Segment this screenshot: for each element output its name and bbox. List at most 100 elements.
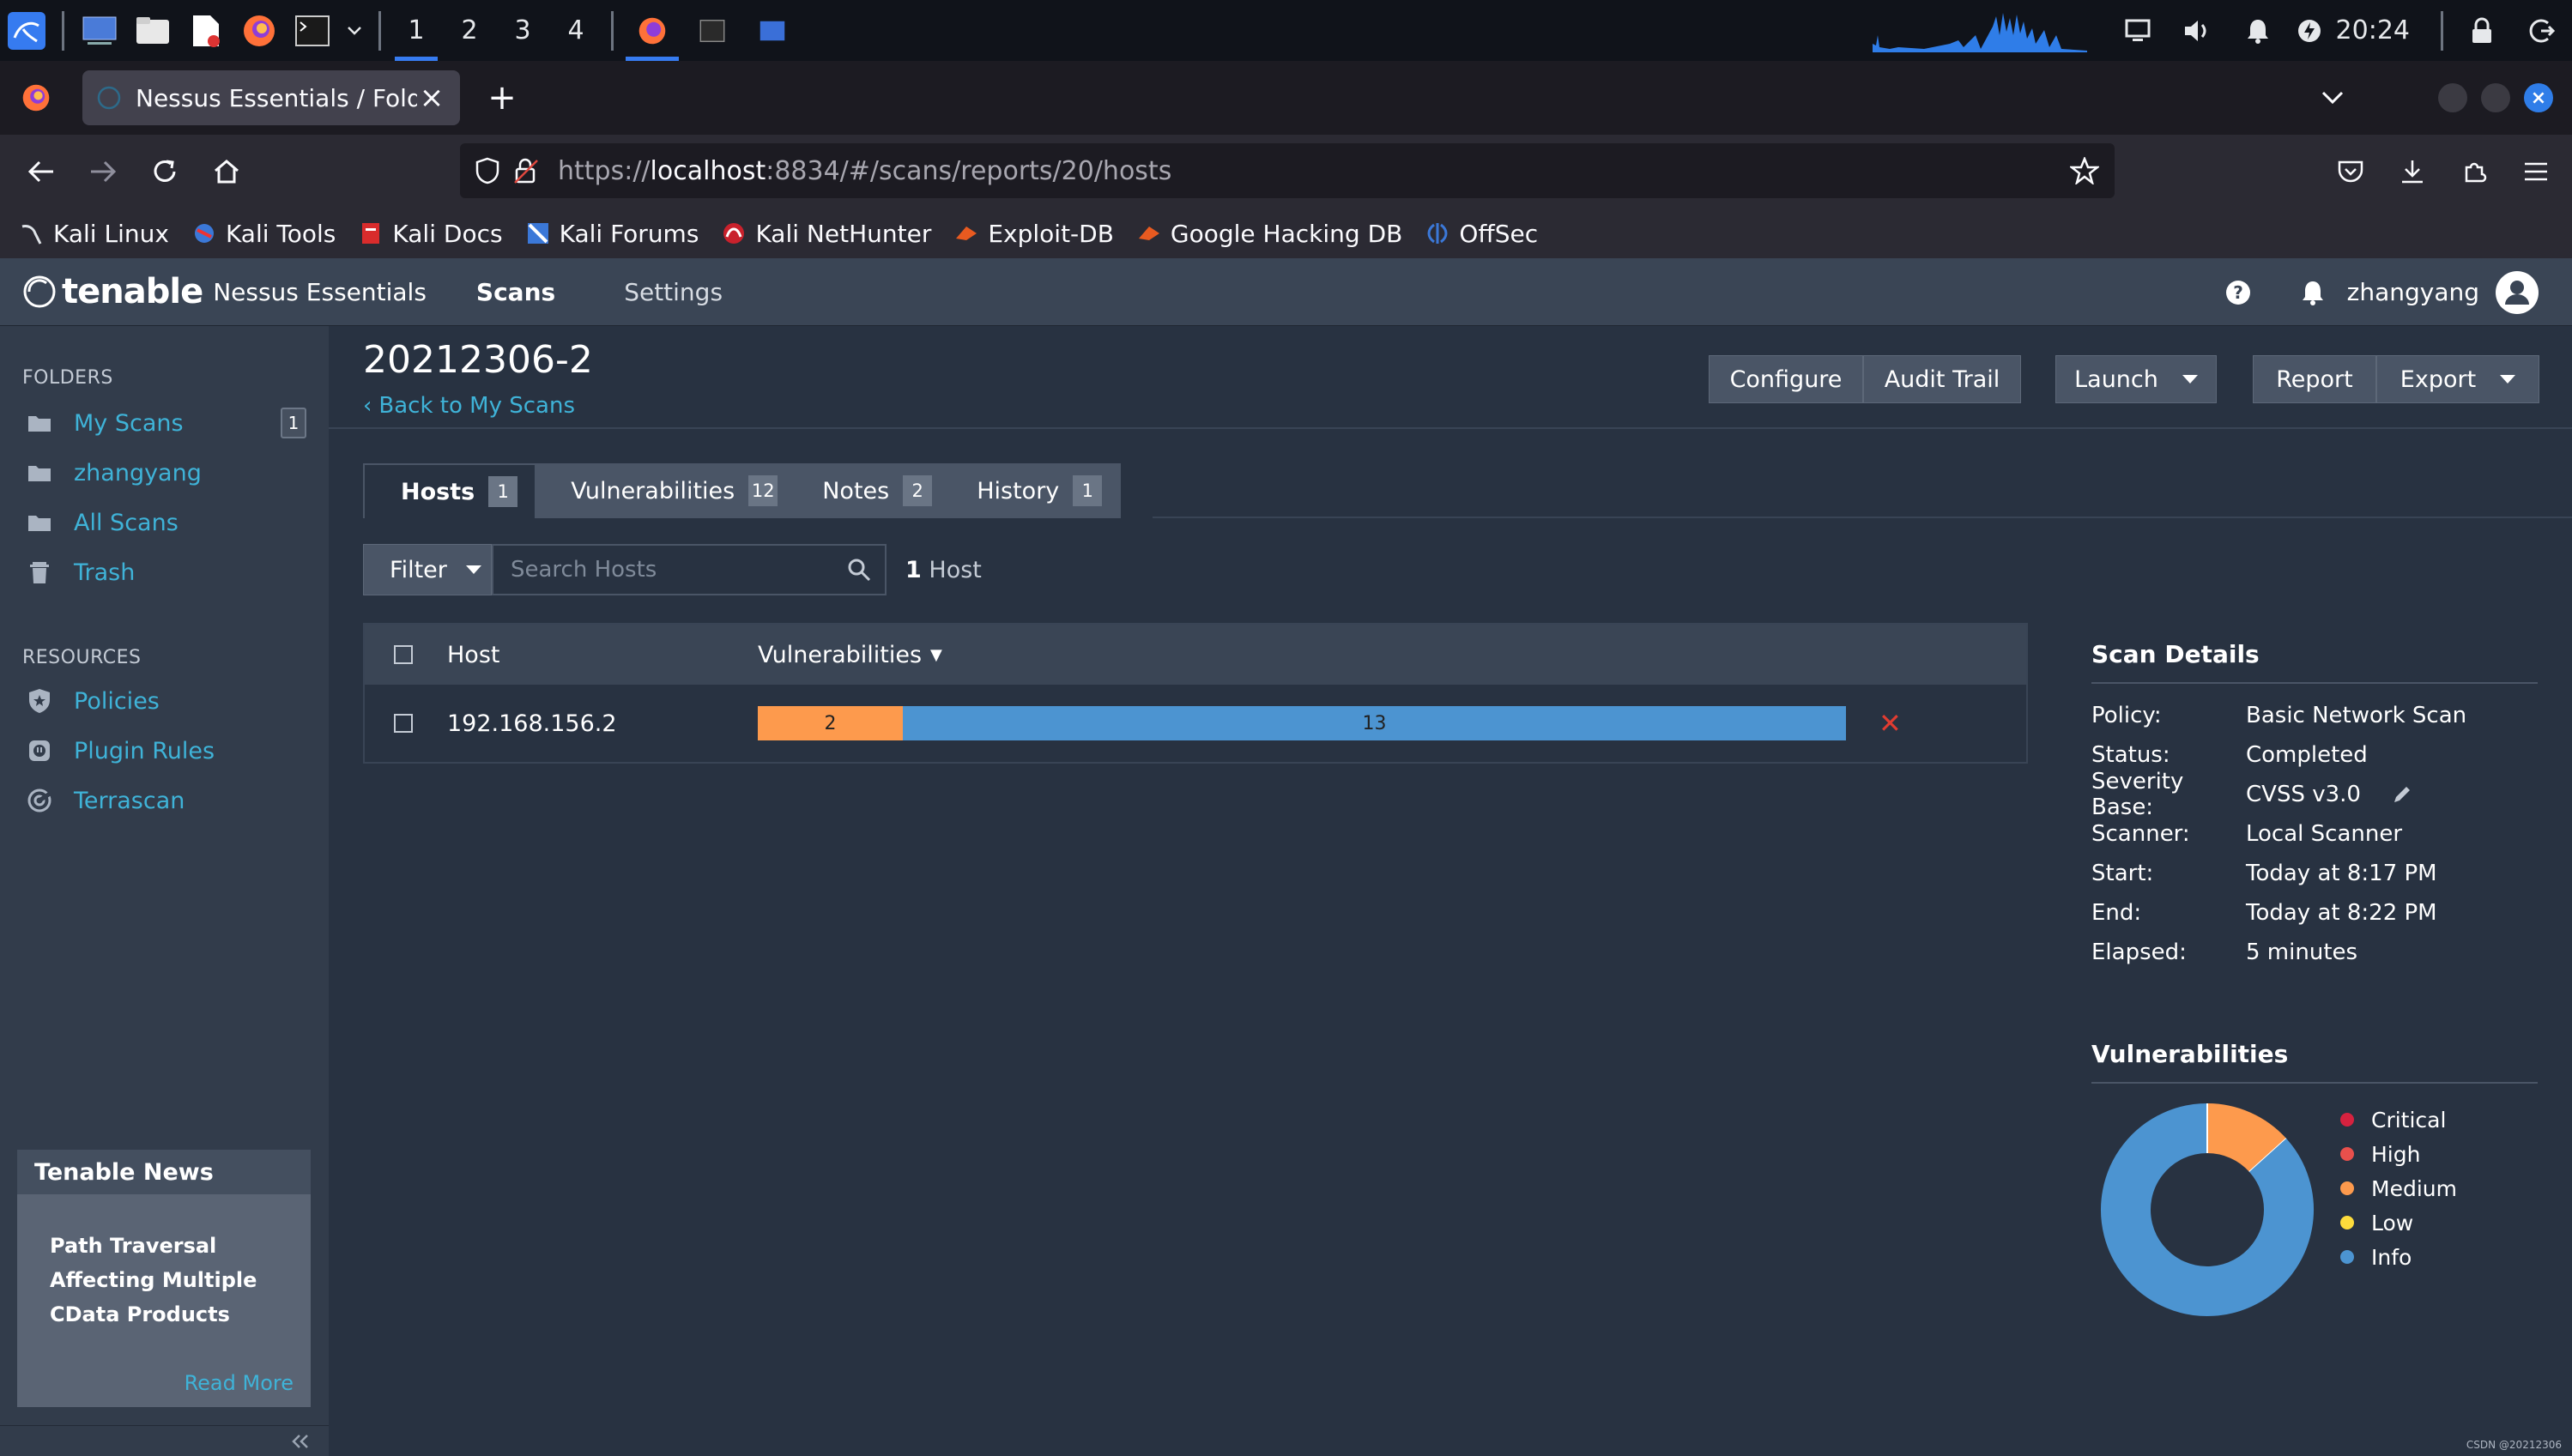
sidebar-item-trash[interactable]: Trash bbox=[0, 547, 329, 597]
column-header-host[interactable]: Host bbox=[413, 642, 758, 668]
sidebar-item-all-scans[interactable]: All Scans bbox=[0, 498, 329, 547]
window-close-button[interactable]: × bbox=[2524, 83, 2553, 112]
chevron-down-icon[interactable] bbox=[339, 0, 370, 61]
terminal-icon[interactable] bbox=[286, 0, 339, 61]
forward-arrow-icon[interactable] bbox=[72, 135, 134, 208]
tab-close-icon[interactable]: × bbox=[417, 81, 446, 115]
nav-settings[interactable]: Settings bbox=[624, 278, 723, 306]
legend-item-high[interactable]: High bbox=[2340, 1137, 2457, 1171]
vuln-bar-info[interactable]: 13 bbox=[903, 706, 1846, 740]
row-checkbox[interactable] bbox=[394, 714, 413, 733]
vulnerability-bar[interactable]: 2 13 bbox=[758, 706, 1846, 740]
workspace-2[interactable]: 2 bbox=[443, 0, 496, 61]
sidebar-item-my-scans[interactable]: My Scans 1 bbox=[0, 398, 329, 448]
vuln-bar-medium[interactable]: 2 bbox=[758, 706, 904, 740]
export-button[interactable]: Export bbox=[2376, 355, 2539, 403]
tab-history[interactable]: History 1 bbox=[951, 463, 1122, 518]
bookmark-exploit-db[interactable]: Exploit-DB bbox=[953, 220, 1114, 248]
sidebar-item-plugin-rules[interactable]: Plugin Rules bbox=[0, 726, 329, 776]
tab-vulnerabilities[interactable]: Vulnerabilities 12 bbox=[536, 463, 797, 518]
bookmark-kali-docs[interactable]: Kali Docs bbox=[358, 220, 503, 248]
host-ip[interactable]: 192.168.156.2 bbox=[413, 710, 758, 737]
user-menu[interactable]: zhangyang bbox=[2347, 278, 2479, 306]
legend-item-medium[interactable]: Medium bbox=[2340, 1171, 2457, 1205]
reload-icon[interactable] bbox=[134, 135, 196, 208]
url-text[interactable]: https://localhost:8834/#/scans/reports/2… bbox=[558, 156, 2070, 186]
search-hosts-input[interactable] bbox=[511, 557, 847, 583]
legend-dot-icon bbox=[2340, 1181, 2354, 1195]
taskbar-files-window[interactable] bbox=[742, 0, 802, 61]
legend-item-info[interactable]: Info bbox=[2340, 1240, 2457, 1274]
workspace-3[interactable]: 3 bbox=[496, 0, 549, 61]
list-tabs-chevron-icon[interactable] bbox=[2321, 91, 2344, 105]
user-avatar-icon[interactable] bbox=[2495, 270, 2539, 315]
back-to-my-scans-link[interactable]: ‹ Back to My Scans bbox=[363, 393, 575, 419]
window-maximize-button[interactable] bbox=[2481, 83, 2510, 112]
new-tab-button[interactable]: + bbox=[472, 70, 532, 125]
firefox-view-icon[interactable] bbox=[0, 61, 72, 135]
sidebar-item-zhangyang[interactable]: zhangyang bbox=[0, 448, 329, 498]
file-manager-icon[interactable] bbox=[126, 0, 179, 61]
home-icon[interactable] bbox=[196, 135, 257, 208]
filter-button[interactable]: Filter bbox=[363, 544, 492, 595]
report-button[interactable]: Report bbox=[2253, 355, 2376, 403]
edit-pencil-icon[interactable] bbox=[2392, 784, 2412, 805]
kali-menu-icon[interactable] bbox=[0, 0, 53, 61]
collapse-sidebar-button[interactable] bbox=[0, 1425, 329, 1456]
workspace-4[interactable]: 4 bbox=[549, 0, 602, 61]
tab-notes[interactable]: Notes 2 bbox=[796, 463, 952, 518]
launch-button[interactable]: Launch bbox=[2055, 355, 2217, 403]
power-status-icon[interactable] bbox=[2288, 0, 2331, 61]
tab-hosts[interactable]: Hosts 1 bbox=[363, 463, 537, 518]
trash-icon bbox=[27, 560, 51, 584]
delete-host-icon[interactable]: ✕ bbox=[1879, 707, 1902, 740]
tracking-shield-icon[interactable] bbox=[475, 157, 499, 184]
lock-icon[interactable] bbox=[2452, 0, 2512, 61]
bookmark-offsec[interactable]: OffSec bbox=[1425, 220, 1538, 248]
bookmark-kali-forums[interactable]: Kali Forums bbox=[525, 220, 699, 248]
logout-icon[interactable] bbox=[2512, 0, 2572, 61]
pocket-icon[interactable] bbox=[2320, 135, 2381, 208]
bookmark-star-icon[interactable] bbox=[2070, 157, 2099, 184]
notifications-bell-icon[interactable] bbox=[2301, 280, 2325, 305]
firefox-launcher-icon[interactable] bbox=[233, 0, 286, 61]
workspace-1[interactable]: 1 bbox=[390, 0, 443, 61]
insecure-lock-icon[interactable] bbox=[513, 157, 539, 184]
column-header-vulnerabilities[interactable]: Vulnerabilities ▼ bbox=[758, 642, 942, 668]
hamburger-menu-icon[interactable] bbox=[2505, 135, 2567, 208]
donut-slice-medium[interactable] bbox=[2206, 1103, 2287, 1173]
sidebar-item-terrascan[interactable]: Terrascan bbox=[0, 776, 329, 825]
browser-tab-active[interactable]: Nessus Essentials / Folders × bbox=[82, 70, 460, 125]
desktop-icon[interactable] bbox=[73, 0, 126, 61]
news-headline[interactable]: Path Traversal Affecting Multiple CData … bbox=[17, 1194, 311, 1332]
bookmark-kali-linux[interactable]: Kali Linux bbox=[19, 220, 169, 248]
notification-bell-icon[interactable] bbox=[2228, 0, 2288, 61]
search-icon[interactable] bbox=[847, 558, 871, 582]
extensions-icon[interactable] bbox=[2443, 135, 2505, 208]
legend-item-critical[interactable]: Critical bbox=[2340, 1103, 2457, 1137]
volume-icon[interactable] bbox=[2168, 0, 2228, 61]
table-row[interactable]: 192.168.156.2 2 13 ✕ bbox=[365, 685, 2026, 762]
news-read-more-link[interactable]: Read More bbox=[185, 1371, 294, 1395]
text-editor-icon[interactable] bbox=[179, 0, 233, 61]
nav-scans[interactable]: Scans bbox=[476, 278, 555, 306]
bookmark-kali-nethunter[interactable]: Kali NetHunter bbox=[721, 220, 931, 248]
sidebar-item-policies[interactable]: Policies bbox=[0, 676, 329, 726]
help-icon[interactable]: ? bbox=[2225, 280, 2251, 305]
legend-item-low[interactable]: Low bbox=[2340, 1205, 2457, 1240]
bookmark-kali-tools[interactable]: Kali Tools bbox=[191, 220, 336, 248]
select-all-checkbox[interactable] bbox=[394, 645, 413, 664]
vulnerabilities-donut[interactable] bbox=[2100, 1103, 2315, 1317]
url-bar[interactable]: https://localhost:8834/#/scans/reports/2… bbox=[460, 143, 2115, 198]
window-minimize-button[interactable] bbox=[2438, 83, 2467, 112]
taskbar-firefox-window[interactable] bbox=[622, 0, 682, 61]
clock[interactable]: 20:24 bbox=[2336, 15, 2410, 45]
back-arrow-icon[interactable] bbox=[10, 135, 72, 208]
bookmark-google-hacking-db[interactable]: Google Hacking DB bbox=[1136, 220, 1402, 248]
taskbar-terminal-window[interactable] bbox=[682, 0, 742, 61]
configure-button[interactable]: Configure bbox=[1709, 355, 1863, 403]
tenable-logo[interactable]: tenable Nessus Essentials bbox=[22, 272, 427, 311]
audit-trail-button[interactable]: Audit Trail bbox=[1863, 355, 2021, 403]
display-icon[interactable] bbox=[2108, 0, 2168, 61]
downloads-icon[interactable] bbox=[2381, 135, 2443, 208]
